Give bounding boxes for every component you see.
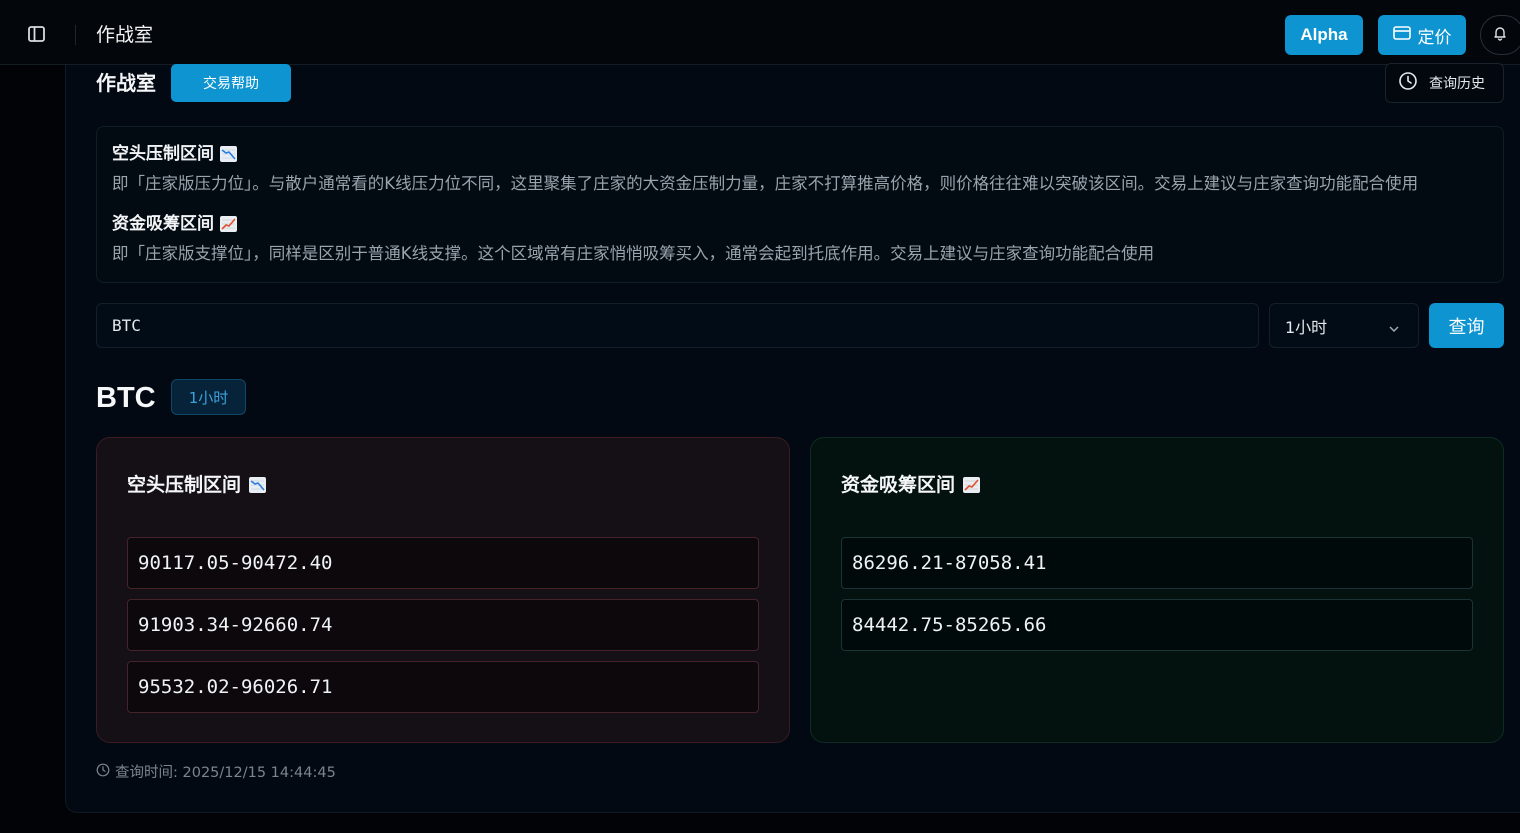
support-card: 资金吸筹区间 86296.21-87058.41 84442.75-85265.… <box>810 437 1504 743</box>
support-zone-row: 84442.75-85265.66 <box>841 599 1473 651</box>
resistance-zone-row: 91903.34-92660.74 <box>127 599 759 651</box>
support-card-title: 资金吸筹区间 <box>841 472 981 498</box>
query-history-label: 查询历史 <box>1429 76 1485 92</box>
resistance-card-title: 空头压制区间 <box>127 472 267 498</box>
support-info-heading: 资金吸筹区间 <box>112 213 237 235</box>
timeframe-badge: 1小时 <box>171 379 246 415</box>
page-title: 作战室 <box>96 71 156 95</box>
resistance-zone-row: 95532.02-96026.71 <box>127 661 759 713</box>
resistance-card-title-text: 空头压制区间 <box>127 474 242 496</box>
resistance-info-heading: 空头压制区间 <box>112 143 237 165</box>
notification-button[interactable] <box>1480 15 1520 55</box>
clock-icon <box>1398 71 1418 95</box>
support-card-title-text: 资金吸筹区间 <box>841 474 956 496</box>
resistance-zone-row: 90117.05-90472.40 <box>127 537 759 589</box>
clock-icon <box>96 763 110 783</box>
support-zone-row: 86296.21-87058.41 <box>841 537 1473 589</box>
result-symbol: BTC <box>96 382 156 414</box>
chart-increasing-icon <box>220 216 237 232</box>
resistance-card: 空头压制区间 90117.05-90472.40 91903.34-92660.… <box>96 437 790 743</box>
chart-decreasing-icon <box>220 146 237 162</box>
pricing-label: 定价 <box>1417 27 1452 48</box>
symbol-input[interactable] <box>96 303 1259 348</box>
support-info-heading-text: 资金吸筹区间 <box>112 214 214 234</box>
trading-help-button[interactable]: 交易帮助 <box>171 64 291 102</box>
query-time: 查询时间: 2025/12/15 14:44:45 <box>96 763 336 783</box>
query-time-text: 查询时间: 2025/12/15 14:44:45 <box>115 765 336 781</box>
pricing-button[interactable]: 定价 <box>1378 15 1466 55</box>
timeframe-select-value: 1小时 <box>1285 317 1328 337</box>
sidebar-toggle-icon[interactable] <box>27 25 47 43</box>
top-bar: 作战室 Alpha 定价 <box>0 0 1520 65</box>
resistance-info-text: 即「庄家版压力位」。与散户通常看的K线压力位不同，这里聚集了庄家的大资金压制力量… <box>112 174 1419 193</box>
topbar-divider <box>75 25 76 45</box>
app-title: 作战室 <box>96 24 154 46</box>
bell-icon <box>1492 25 1508 45</box>
query-button[interactable]: 查询 <box>1429 303 1504 348</box>
resistance-info-heading-text: 空头压制区间 <box>112 144 214 164</box>
chevron-down-icon <box>1388 320 1400 339</box>
chart-increasing-icon <box>963 477 981 493</box>
alpha-button[interactable]: Alpha <box>1285 15 1363 55</box>
timeframe-select[interactable]: 1小时 <box>1269 303 1419 348</box>
query-history-button[interactable]: 查询历史 <box>1385 63 1504 103</box>
chart-decreasing-icon <box>249 477 267 493</box>
support-info-text: 即「庄家版支撑位」，同样是区别于普通K线支撑。这个区域常有庄家悄悄吸筹买入，通常… <box>112 244 1155 263</box>
credit-card-icon <box>1392 25 1411 45</box>
